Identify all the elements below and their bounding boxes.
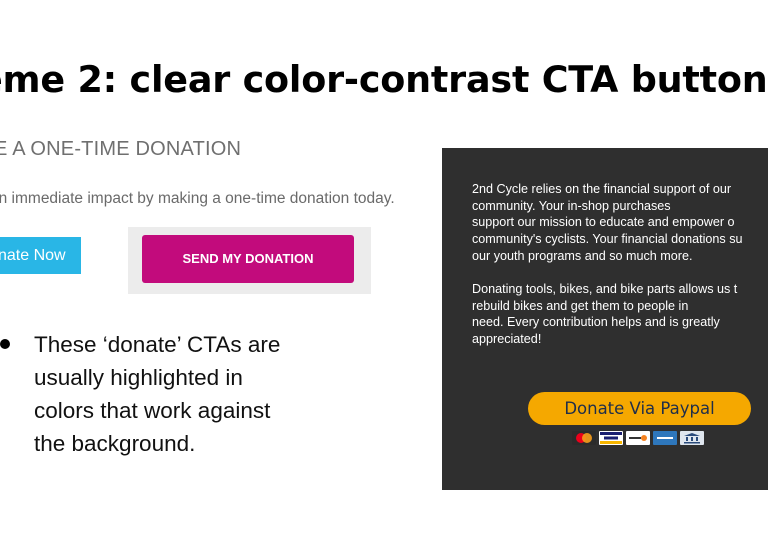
amex-icon [653, 431, 677, 445]
send-donation-button[interactable]: SEND MY DONATION [142, 235, 354, 283]
slide-title: eme 2: clear color-contrast CTA button [0, 58, 768, 101]
panel-line: Donating tools, bikes, and bike parts al… [472, 282, 738, 296]
panel-line: rebuild bikes and get them to people in [472, 298, 689, 313]
panel-line: 2nd Cycle relies on the financial suppor… [472, 182, 732, 196]
payment-icons [572, 431, 704, 446]
panel-line: need. Every contribution helps and is gr… [472, 315, 720, 330]
panel-paragraph-1: 2nd Cycle relies on the financial suppor… [472, 181, 768, 265]
bank-icon [680, 431, 704, 445]
donate-now-button[interactable]: nate Now [0, 237, 81, 274]
visa-icon [599, 431, 623, 445]
mastercard-icon [572, 431, 596, 445]
panel-line: our youth programs and so much more. [472, 248, 693, 263]
bullet-text: These ‘donate’ CTAs are usually highligh… [34, 328, 334, 460]
bullet-line: the background. [34, 431, 196, 456]
donate-via-paypal-button[interactable]: Donate Via Paypal [528, 392, 751, 425]
bullet-line: These ‘donate’ CTAs are [34, 332, 281, 357]
bullet-point [0, 339, 10, 349]
discover-icon [626, 431, 650, 445]
panel-paragraph-2: Donating tools, bikes, and bike parts al… [472, 281, 768, 348]
panel-line: community's cyclists. Your financial don… [472, 232, 743, 247]
donation-heading: E A ONE-TIME DONATION [0, 138, 242, 160]
bullet-line: usually highlighted in [34, 365, 243, 390]
paypal-donation-panel: 2nd Cycle relies on the financial suppor… [442, 148, 768, 490]
bullet-line: colors that work against [34, 398, 271, 423]
panel-line: appreciated! [472, 332, 542, 347]
donation-subtext: an immediate impact by making a one-time… [0, 190, 395, 207]
panel-line: community. Your in-shop purchases [472, 198, 671, 213]
panel-line: support our mission to educate and empow… [472, 215, 735, 230]
